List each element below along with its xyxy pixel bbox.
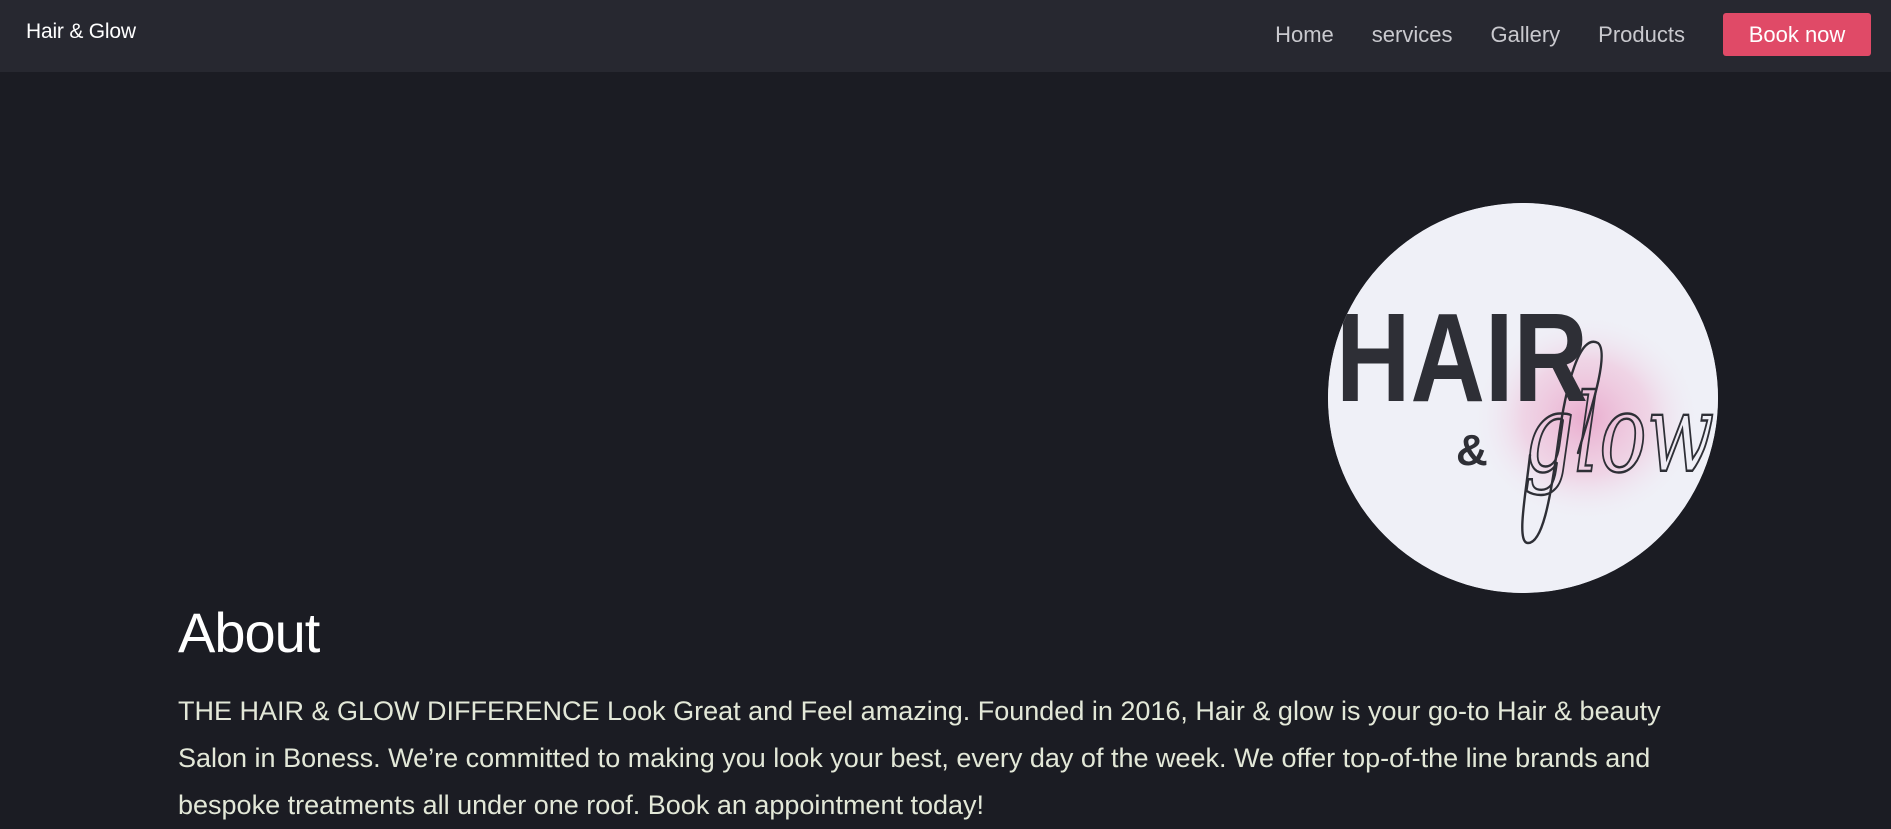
logo-ampersand: & — [1456, 426, 1488, 475]
nav-products-link[interactable]: Products — [1598, 14, 1685, 56]
top-navbar: Hair & Glow Home services Gallery Produc… — [0, 0, 1891, 72]
about-paragraph: THE HAIR & GLOW DIFFERENCE Look Great an… — [178, 696, 1661, 820]
book-now-button[interactable]: Book now — [1723, 13, 1871, 56]
brand-link[interactable]: Hair & Glow — [26, 20, 136, 44]
nav-home-link[interactable]: Home — [1275, 14, 1334, 56]
about-heading: About — [178, 601, 320, 664]
nav-services-link[interactable]: services — [1372, 14, 1453, 56]
hair-and-glow-logo: HAIR & glow — [1328, 203, 1718, 593]
nav-links: Home services Gallery Products Book now — [1275, 13, 1871, 56]
nav-gallery-link[interactable]: Gallery — [1490, 14, 1560, 56]
logo-artwork: HAIR & glow — [1328, 203, 1718, 593]
